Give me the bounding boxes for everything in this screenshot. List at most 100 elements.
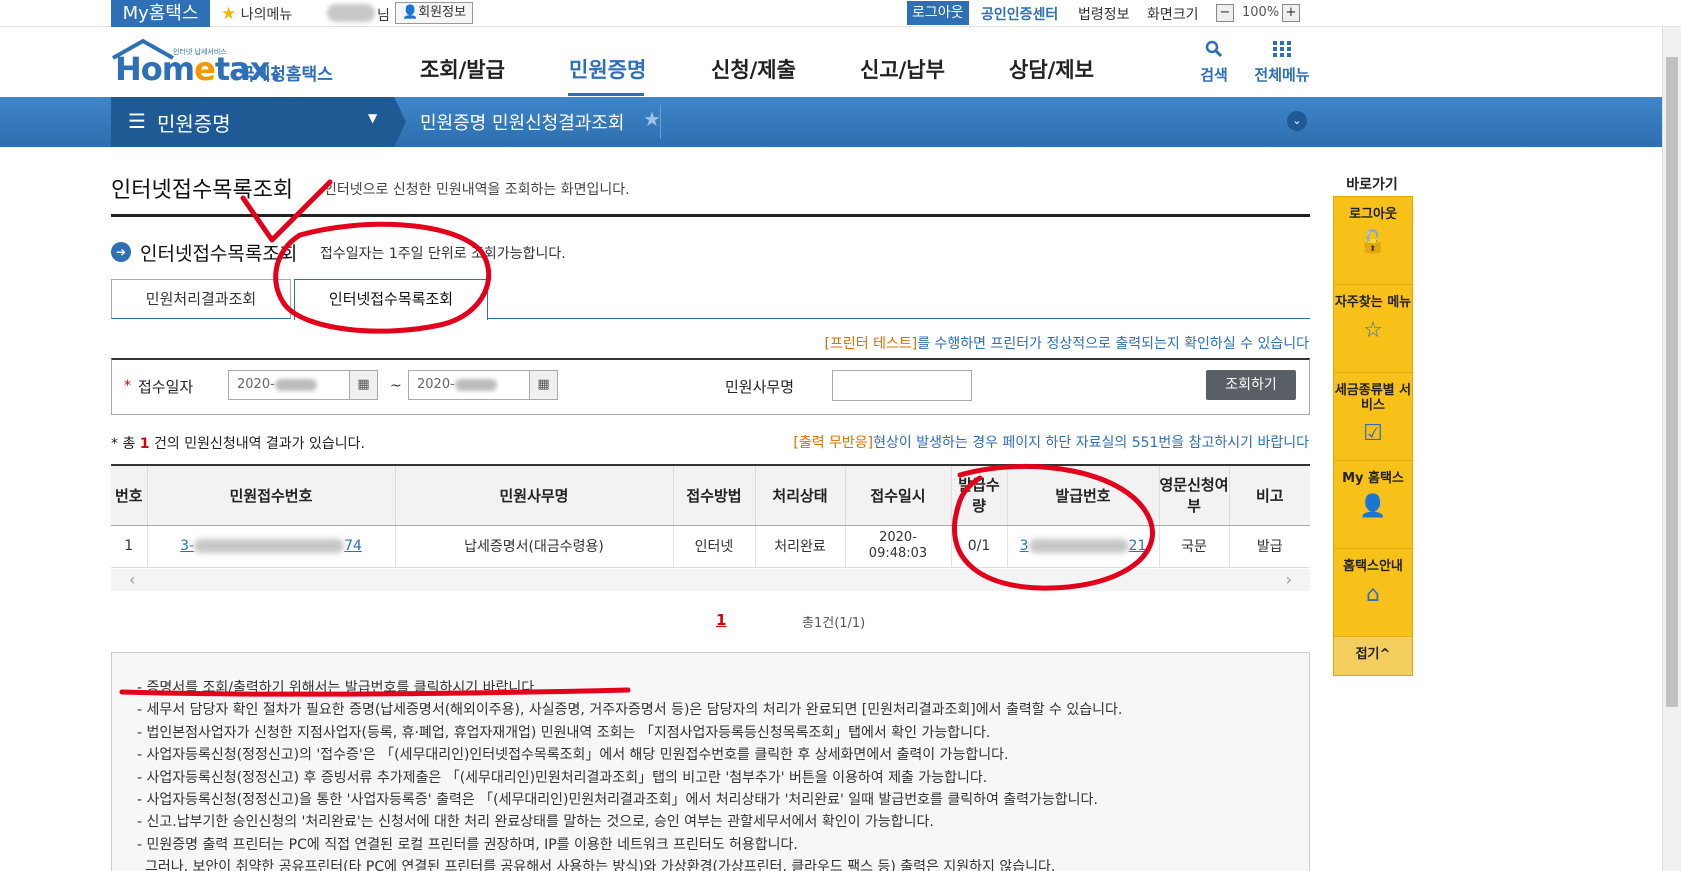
result-count: 1 — [139, 436, 150, 452]
col-date: 접수일시 — [844, 465, 951, 526]
col-issue-number: 발급번호 — [1006, 465, 1159, 526]
printer-test-link[interactable]: [프린터 테스트] — [825, 336, 918, 352]
location-bar: ☰ 민원증명 ▼ 민원증명 민원신청결과조회 ★ ⌄ — [0, 97, 1662, 147]
receipt-table: 번호 민원접수번호 민원사무명 접수방법 처리상태 접수일시 발급수량 발급번호… — [111, 464, 1310, 568]
logo-brand-e: e — [194, 50, 216, 88]
search-label: 검색 — [1200, 66, 1228, 84]
date-range-tilde: ~ — [390, 378, 402, 394]
section-title: 인터넷접수목록조회 — [140, 243, 298, 265]
gnb-apply-submit[interactable]: 신청/제출 — [711, 54, 796, 84]
quick-my-hometax[interactable]: My 홈택스 👤 — [1334, 461, 1412, 549]
date-label: 접수일자 — [138, 378, 194, 396]
checkbox-icon: ☑ — [1363, 421, 1383, 446]
quick-logout[interactable]: 로그아웃 🔓 — [1334, 197, 1412, 285]
notice-line: 그러나, 보안이 취약한 공유프린터(타 PC에 연결된 프린터를 공유해서 사… — [145, 859, 1056, 871]
print-no-response-note: [출력 무반응]현상이 발생하는 경우 페이지 하단 자료실의 551번을 참고… — [793, 432, 1309, 452]
top-utility-bar: My홈택스 ★ 나의메뉴 님 👤회원정보 로그아웃 공인인증센터 법령정보 화면… — [0, 0, 1681, 27]
breadcrumb-divider — [660, 105, 661, 139]
quick-frequent-label: 자주찾는 메뉴 — [1334, 295, 1412, 310]
date-to-value: 2020- — [417, 377, 455, 392]
unlock-icon: 🔓 — [1359, 230, 1387, 255]
zoom-in-button[interactable]: + — [1282, 4, 1300, 22]
home-icon: ⌂ — [1366, 582, 1380, 607]
my-menu-link[interactable]: ★ 나의메뉴 — [221, 4, 292, 24]
receipt-number-link[interactable]: 3- 74 — [146, 525, 395, 568]
search-icon — [1205, 40, 1223, 58]
quick-frequent-menu[interactable]: 자주찾는 메뉴 ☆ — [1334, 285, 1412, 373]
page-title: 인터넷접수목록조회 — [111, 178, 294, 203]
date-to-input[interactable]: 2020- — [408, 370, 530, 400]
user-name-blurred — [327, 4, 375, 22]
all-menu-button[interactable]: 전체메뉴 — [1250, 40, 1314, 85]
scroll-right-icon[interactable]: › — [1286, 570, 1292, 589]
calendar-icon[interactable]: ▦ — [530, 370, 558, 400]
page-number-current[interactable]: 1 — [716, 611, 726, 629]
quick-fold-button[interactable]: 접기^ — [1334, 637, 1412, 675]
person-icon: 👤 — [402, 5, 419, 20]
star-outline-icon: ☆ — [1363, 318, 1383, 343]
table-horizontal-scrollbar[interactable]: ‹ › — [111, 569, 1310, 591]
printer-test-text: 를 수행하면 프린터가 정상적으로 출력되는지 확인하실 수 있습니다 — [917, 336, 1309, 352]
member-info-button[interactable]: 👤회원정보 — [395, 2, 474, 24]
scrollbar-thumb[interactable] — [1666, 57, 1678, 707]
logo-brand-part1: Hom — [115, 50, 195, 88]
issue-number-start: 3 — [1019, 538, 1029, 554]
date-from-input[interactable]: 2020- — [228, 370, 350, 400]
print-no-response-link[interactable]: [출력 무반응] — [793, 435, 873, 451]
star-icon: ★ — [221, 4, 237, 24]
section-note: 접수일자는 1주일 단위로 조회가능합니다. — [320, 246, 566, 262]
chevron-down-icon[interactable]: ⌄ — [1287, 111, 1307, 131]
title-divider — [111, 214, 1310, 217]
grid-icon — [1273, 41, 1291, 57]
notice-line: - 법인본점사업자가 신청한 지점사업자(등록, 휴·폐업, 휴업자재개업) 민… — [137, 724, 991, 741]
tab-internet-receipt-list[interactable]: 인터넷접수목록조회 — [294, 279, 488, 320]
date-from-blurred — [274, 378, 317, 391]
gnb-lookup-issue[interactable]: 조회/발급 — [420, 54, 505, 84]
favorite-star-icon[interactable]: ★ — [643, 107, 661, 131]
office-label: 민원사무명 — [725, 378, 795, 396]
member-info-label: 회원정보 — [418, 5, 467, 20]
cell-date-value: 2020- — [879, 530, 917, 545]
receipt-number-start: 3- — [180, 538, 195, 554]
cell-date: 2020- 09:48:03 — [844, 525, 951, 568]
section-bullet-icon: ➜ — [111, 242, 131, 262]
issue-number-blurred — [1028, 539, 1129, 553]
col-english: 영문신청여부 — [1158, 465, 1229, 526]
tab-result-lookup[interactable]: 민원처리결과조회 — [111, 279, 291, 319]
quick-tax-service[interactable]: 세금종류별 서비스 ☑ — [1334, 373, 1412, 461]
issue-number-link[interactable]: 3 21 — [1006, 525, 1159, 568]
my-hometax-link[interactable]: My홈택스 — [111, 0, 210, 27]
notice-line: - 민원증명 출력 프린터는 PC에 직접 연결된 로컬 프린터를 권장하며, … — [137, 836, 798, 853]
quick-links-title: 바로가기 — [1346, 177, 1398, 193]
col-quantity: 발급수량 — [950, 465, 1007, 526]
gnb-civil-certificate[interactable]: 민원증명 — [569, 54, 646, 84]
gnb-report-pay[interactable]: 신고/납부 — [860, 54, 945, 84]
quick-hometax-guide[interactable]: 홈택스안내 ⌂ — [1334, 549, 1412, 637]
tab-underline — [488, 318, 1310, 319]
calendar-icon[interactable]: ▦ — [350, 370, 378, 400]
printer-test-note: [프린터 테스트]를 수행하면 프린터가 정상적으로 출력되는지 확인하실 수 … — [825, 333, 1309, 353]
col-note: 비고 — [1228, 465, 1310, 526]
logout-button[interactable]: 로그아웃 — [907, 1, 969, 25]
zoom-out-button[interactable]: − — [1216, 4, 1234, 22]
hometax-logo[interactable]: 인터넷 납세서비스 Hometax. 국세청홈택스 — [111, 38, 341, 93]
receipt-number-blurred — [194, 539, 345, 553]
cert-center-link[interactable]: 공인인증센터 — [981, 4, 1058, 24]
caret-down-icon[interactable]: ▼ — [368, 111, 377, 125]
gnb-consult-report[interactable]: 상담/제보 — [1009, 54, 1094, 84]
search-button[interactable]: 조회하기 — [1206, 370, 1296, 400]
cell-office-name: 납세증명서(대금수령용) — [394, 525, 673, 568]
office-name-input[interactable] — [832, 370, 972, 401]
page-vertical-scrollbar[interactable] — [1662, 27, 1681, 871]
screen-size-label: 화면크기 — [1147, 7, 1199, 23]
header-search-button[interactable]: 검색 — [1199, 40, 1229, 85]
date-to-blurred — [454, 378, 497, 391]
scroll-left-icon[interactable]: ‹ — [129, 570, 135, 589]
quick-tax-label: 세금종류별 서비스 — [1334, 383, 1412, 413]
law-info-link[interactable]: 법령정보 — [1078, 4, 1130, 24]
category-selector[interactable] — [111, 97, 394, 147]
page-total: 총1건(1/1) — [802, 616, 866, 631]
receipt-number-end: 74 — [344, 538, 362, 554]
notice-line: - 증명서를 조회/출력하기 위해서는 발급번호를 클릭하시기 바랍니다. — [137, 680, 539, 696]
required-mark: * — [124, 378, 131, 394]
